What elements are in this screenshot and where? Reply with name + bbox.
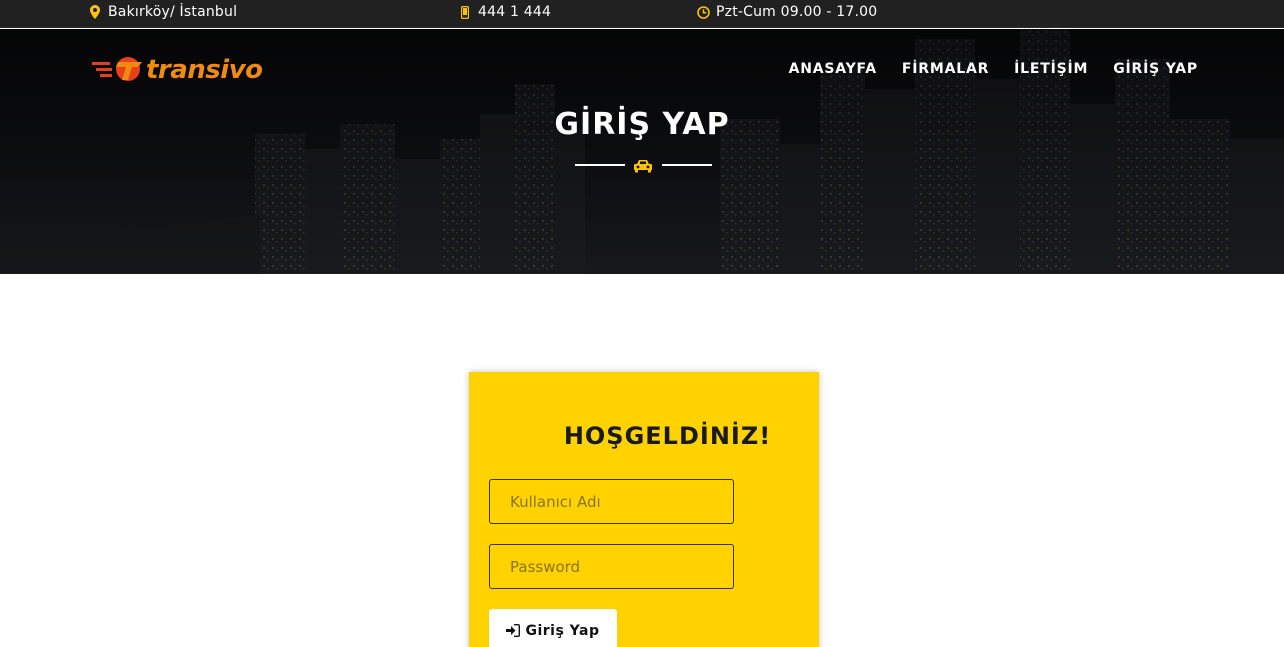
sign-in-icon bbox=[506, 624, 521, 638]
login-button[interactable]: Giriş Yap bbox=[489, 609, 617, 647]
password-input[interactable] bbox=[489, 544, 734, 589]
phone-info: 444 1 444 bbox=[458, 3, 551, 21]
nav-firmalar[interactable]: FİRMALAR bbox=[902, 61, 989, 77]
mobile-phone-icon bbox=[458, 4, 472, 20]
hours-text: Pzt-Cum 09.00 - 17.00 bbox=[716, 4, 878, 20]
location-info: Bakırköy/ İstanbul bbox=[88, 3, 237, 21]
location-text: Bakırköy/ İstanbul bbox=[108, 4, 238, 20]
login-card: HOŞGELDİNİZ! Giriş Yap bbox=[469, 372, 819, 647]
nav-giris-yap[interactable]: GİRİŞ YAP bbox=[1113, 61, 1198, 77]
welcome-title: HOŞGELDİNİZ! bbox=[469, 422, 819, 450]
username-input[interactable] bbox=[489, 479, 734, 524]
clock-icon bbox=[696, 4, 710, 20]
transivo-logo[interactable]: transivo bbox=[92, 53, 263, 87]
map-marker-icon bbox=[88, 4, 102, 20]
page-title: GİRİŞ YAP bbox=[554, 107, 730, 142]
main-nav: ANASAYFA FİRMALAR İLETİŞİM GİRİŞ YAP bbox=[789, 61, 1198, 77]
login-button-label: Giriş Yap bbox=[525, 623, 600, 639]
divider-line-right bbox=[662, 164, 712, 166]
welcome-title-text: HOŞGELDİNİZ! bbox=[563, 422, 772, 450]
logo-mark-icon bbox=[92, 53, 144, 87]
phone-text: 444 1 444 bbox=[478, 4, 552, 20]
hero-header: transivo ANASAYFA FİRMALAR İLETİŞİM GİRİ… bbox=[0, 29, 1284, 274]
title-divider bbox=[575, 158, 712, 173]
car-icon bbox=[633, 158, 653, 173]
top-info-bar: Bakırköy/ İstanbul 444 1 444 Pzt-Cum 09.… bbox=[0, 0, 1284, 28]
hours-info: Pzt-Cum 09.00 - 17.00 bbox=[696, 3, 877, 21]
logo-text: transivo bbox=[146, 55, 263, 85]
nav-iletisim[interactable]: İLETİŞİM bbox=[1014, 61, 1088, 77]
nav-anasayfa[interactable]: ANASAYFA bbox=[789, 61, 877, 77]
divider-line-left bbox=[575, 164, 625, 166]
